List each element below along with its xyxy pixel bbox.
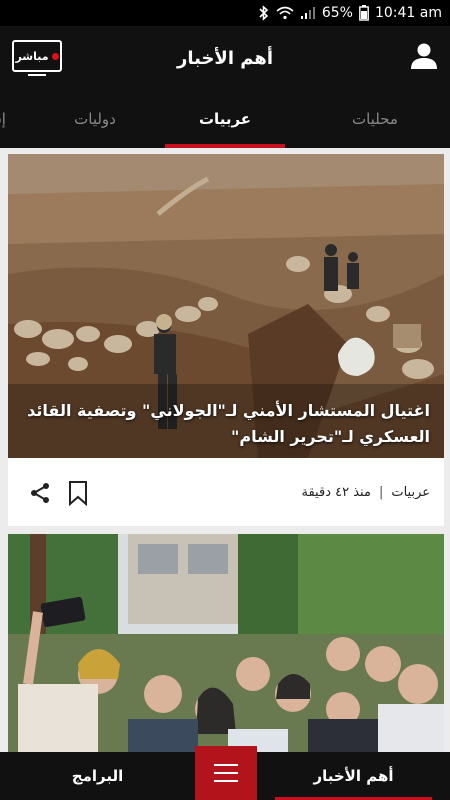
tab-economy[interactable]: إق xyxy=(0,90,18,148)
clock: 10:41 am xyxy=(374,5,442,21)
article-photo[interactable]: اغتيال المستشار الأمني لـ"الجولاني" وتصف… xyxy=(8,154,444,458)
bottom-nav: البرامج أهم الأخبار xyxy=(0,746,450,800)
section-tabs: محليات عربيات دوليات إق xyxy=(0,90,450,148)
meta-separator: | xyxy=(378,484,384,500)
signal-icon xyxy=(300,6,316,20)
battery-icon xyxy=(359,5,369,21)
article-actions xyxy=(28,480,90,510)
bluetooth-icon xyxy=(258,5,270,21)
article-photo[interactable] xyxy=(8,534,444,752)
bookmark-icon[interactable] xyxy=(66,480,90,510)
share-icon[interactable] xyxy=(28,481,52,509)
live-button[interactable]: مباشر xyxy=(12,40,62,76)
menu-icon[interactable] xyxy=(195,746,257,800)
article-time: منذ ٤٢ دقيقة xyxy=(301,484,371,500)
battery-percent: 65% xyxy=(321,5,353,21)
nav-top-news[interactable]: أهم الأخبار xyxy=(257,752,450,800)
page-title: أهم الأخبار xyxy=(176,47,274,69)
tab-local[interactable]: محليات xyxy=(320,90,430,148)
news-card[interactable] xyxy=(8,534,444,752)
tab-arab[interactable]: عربيات xyxy=(165,90,285,148)
tab-international[interactable]: دوليات xyxy=(40,90,150,148)
live-label: مباشر xyxy=(15,49,49,63)
news-feed[interactable]: اغتيال المستشار الأمني لـ"الجولاني" وتصف… xyxy=(0,148,450,752)
article-category: عربيات xyxy=(391,484,430,500)
news-card[interactable]: اغتيال المستشار الأمني لـ"الجولاني" وتصف… xyxy=(8,154,444,526)
app-header: مباشر أهم الأخبار xyxy=(0,26,450,90)
article-headline[interactable]: اغتيال المستشار الأمني لـ"الجولاني" وتصف… xyxy=(22,398,430,450)
wifi-icon xyxy=(276,6,294,20)
nav-programs[interactable]: البرامج xyxy=(0,752,195,800)
status-bar: 65% 10:41 am xyxy=(0,0,450,26)
user-icon[interactable] xyxy=(408,40,440,72)
live-dot-icon xyxy=(51,52,59,60)
